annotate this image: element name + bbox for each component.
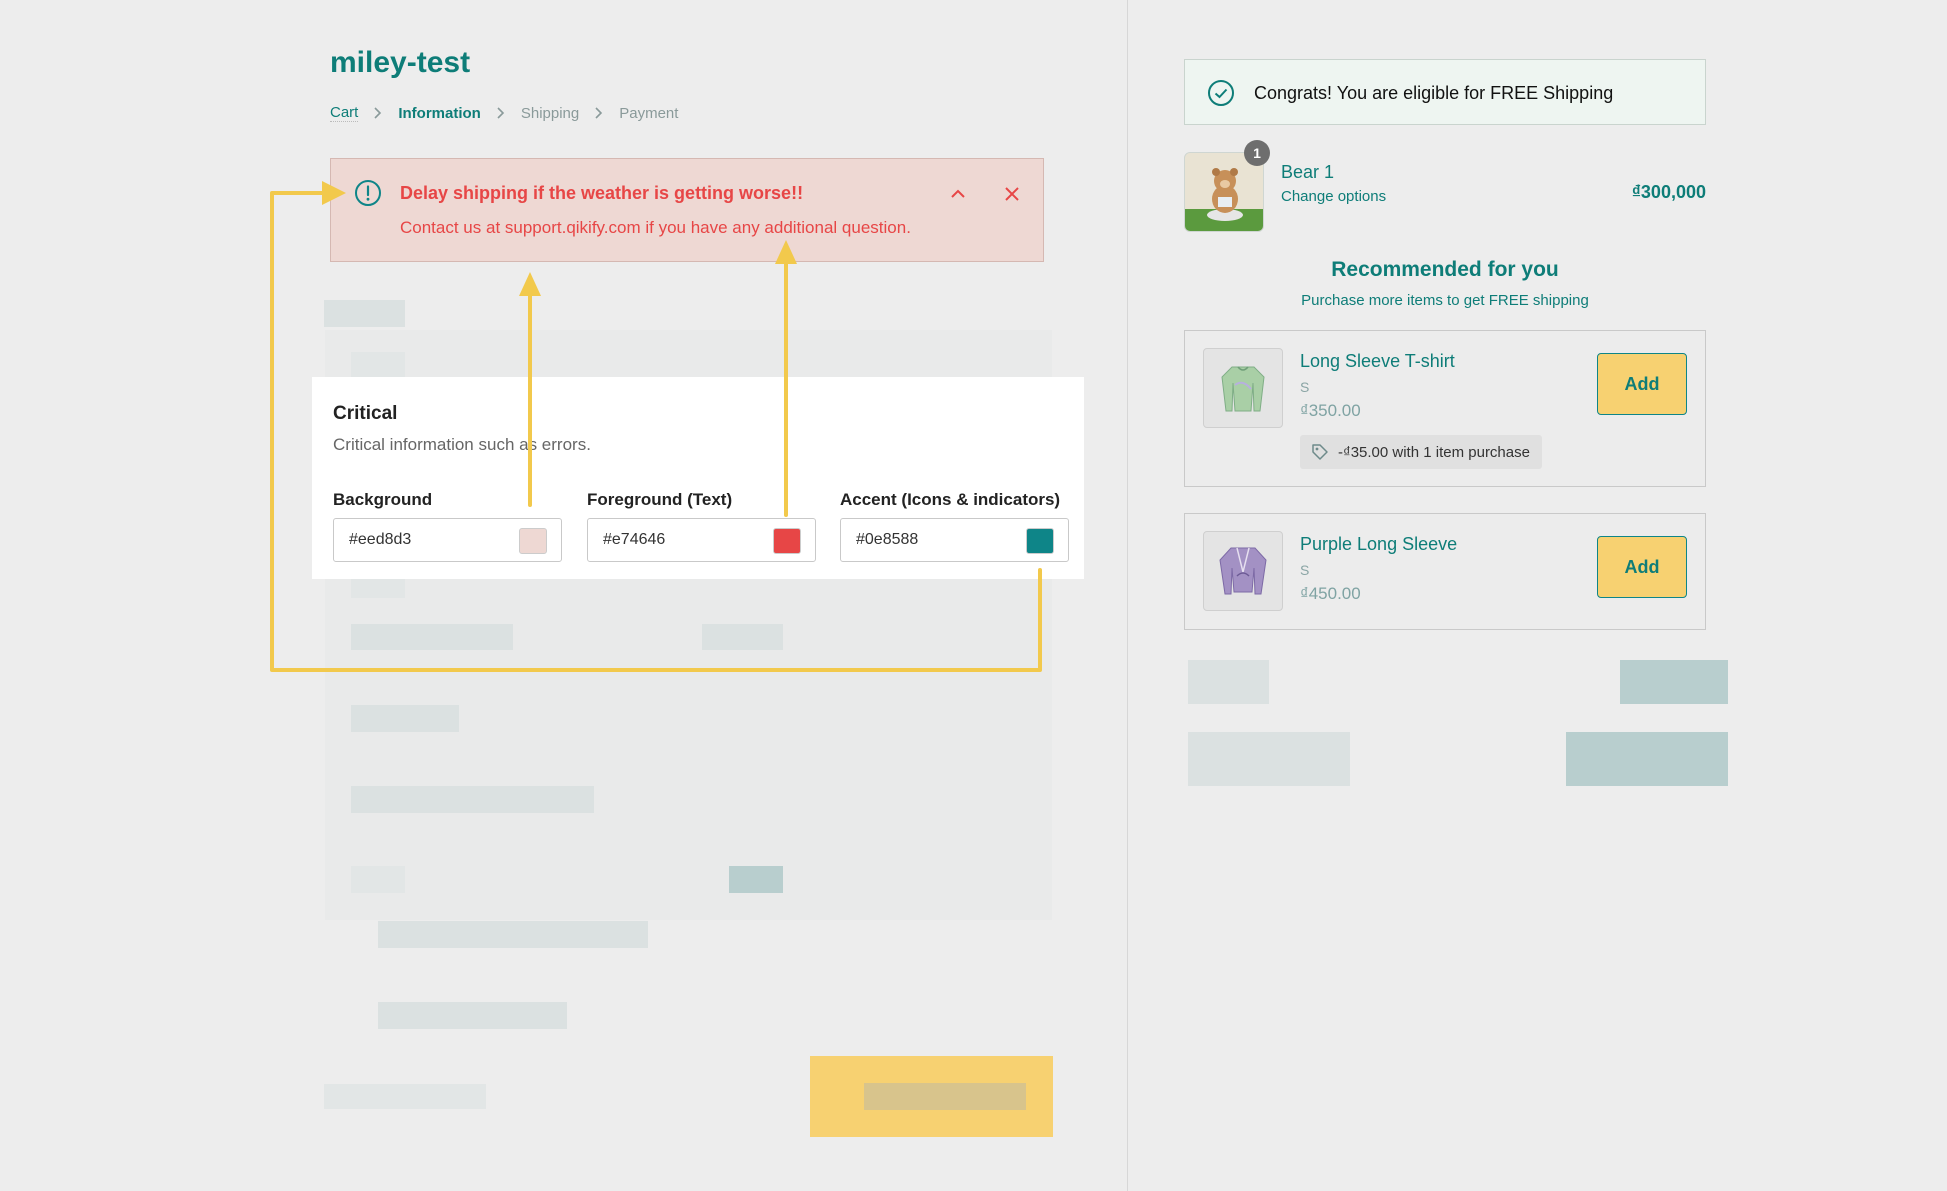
free-shipping-banner: Congrats! You are eligible for FREE Ship… [1184, 59, 1706, 125]
product-variant: S [1300, 379, 1310, 395]
cart-item-price: ₫300,000 [1631, 182, 1706, 202]
blurred-text [378, 921, 648, 948]
blurred-text [378, 1002, 567, 1029]
settings-description: Critical information such as errors. [333, 435, 591, 454]
field-value: #0e8588 [856, 531, 919, 548]
blurred-total-label [1188, 732, 1350, 786]
discount-badge: -₫35.00 with 1 item purchase [1300, 435, 1542, 469]
blurred-button-label [864, 1083, 1026, 1110]
background-color-field: Background #eed8d3 [333, 490, 562, 562]
recommended-product-card: Purple Long Sleeve S ₫450.00 Add [1184, 513, 1706, 630]
blurred-text [351, 786, 594, 813]
breadcrumb-payment: Payment [619, 104, 679, 122]
blurred-field [351, 866, 405, 893]
foreground-color-field: Foreground (Text) #e74646 [587, 490, 816, 562]
color-swatch[interactable] [1026, 528, 1054, 554]
quantity-badge: 1 [1244, 140, 1270, 166]
blurred-link [324, 1084, 486, 1109]
alert-title: Delay shipping if the weather is getting… [400, 183, 804, 203]
add-button[interactable]: Add [1597, 536, 1687, 598]
breadcrumb-information: Information [398, 104, 481, 122]
accent-color-field: Accent (Icons & indicators) #0e8588 [840, 490, 1069, 562]
chevron-up-icon[interactable] [947, 183, 969, 205]
background-color-input[interactable]: #eed8d3 [333, 518, 562, 562]
blurred-text [324, 300, 405, 327]
blurred-total-value [1566, 732, 1728, 786]
product-name[interactable]: Purple Long Sleeve [1300, 534, 1457, 555]
discount-text: -₫35.00 with 1 item purchase [1338, 443, 1530, 461]
color-swatch[interactable] [519, 528, 547, 554]
foreground-color-input[interactable]: #e74646 [587, 518, 816, 562]
alert-circle-icon [355, 180, 381, 206]
recommended-product-card: Long Sleeve T-shirt S ₫350.00 Add -₫35.0… [1184, 330, 1706, 487]
product-price: ₫450.00 [1300, 584, 1361, 603]
cart-item-name: Bear 1 [1281, 162, 1335, 182]
field-value: #eed8d3 [349, 531, 412, 548]
blurred-subtotal-label [1188, 660, 1269, 704]
field-value: #e74646 [603, 531, 666, 548]
field-label: Foreground (Text) [587, 490, 733, 509]
blurred-text [702, 624, 783, 650]
field-label: Background [333, 490, 433, 509]
add-button[interactable]: Add [1597, 353, 1687, 415]
recommendations-subtitle: Purchase more items to get FREE shipping [1301, 292, 1589, 309]
cart-line-item: 1 Bear 1 Change options ₫300,000 [1184, 140, 1706, 232]
product-variant: S [1300, 562, 1310, 578]
close-icon[interactable] [1001, 183, 1023, 205]
product-thumbnail [1203, 531, 1283, 611]
free-shipping-text: Congrats! You are eligible for FREE Ship… [1254, 83, 1614, 103]
breadcrumb-shipping: Shipping [520, 104, 580, 122]
field-label: Accent (Icons & indicators) [840, 490, 1061, 509]
chevron-right-icon [497, 107, 504, 119]
arrowhead [519, 272, 541, 296]
tag-icon [1312, 444, 1328, 460]
critical-color-settings: Critical Critical information such as er… [312, 377, 1084, 579]
tshirt-product-image [1221, 366, 1265, 412]
breadcrumb-cart[interactable]: Cart [330, 104, 359, 122]
accent-color-input[interactable]: #0e8588 [840, 518, 1069, 562]
chevron-right-icon [374, 107, 382, 119]
settings-heading: Critical [333, 403, 398, 424]
recommendations-title: Recommended for you [1331, 258, 1559, 281]
alert-message: Contact us at support.qikify.com if you … [400, 218, 911, 237]
blurred-subtotal-value [1620, 660, 1728, 704]
product-thumbnail [1203, 348, 1283, 428]
chevron-right-icon [595, 107, 603, 119]
critical-alert-banner: Delay shipping if the weather is getting… [330, 158, 1044, 262]
column-divider [1127, 0, 1128, 1191]
color-swatch[interactable] [773, 528, 801, 554]
blurred-text [351, 705, 459, 732]
breadcrumb: Cart Information Shipping Payment [330, 103, 678, 123]
change-options-link[interactable]: Change options [1281, 188, 1386, 205]
check-circle-icon [1208, 80, 1234, 106]
store-title[interactable]: miley-test [330, 46, 470, 80]
blurred-text [351, 352, 405, 377]
purple-shirt-product-image [1219, 547, 1267, 595]
product-name[interactable]: Long Sleeve T-shirt [1300, 351, 1455, 372]
product-price: ₫350.00 [1300, 401, 1361, 420]
blurred-text [351, 578, 405, 598]
blurred-text [729, 866, 783, 893]
blurred-text [351, 624, 513, 650]
